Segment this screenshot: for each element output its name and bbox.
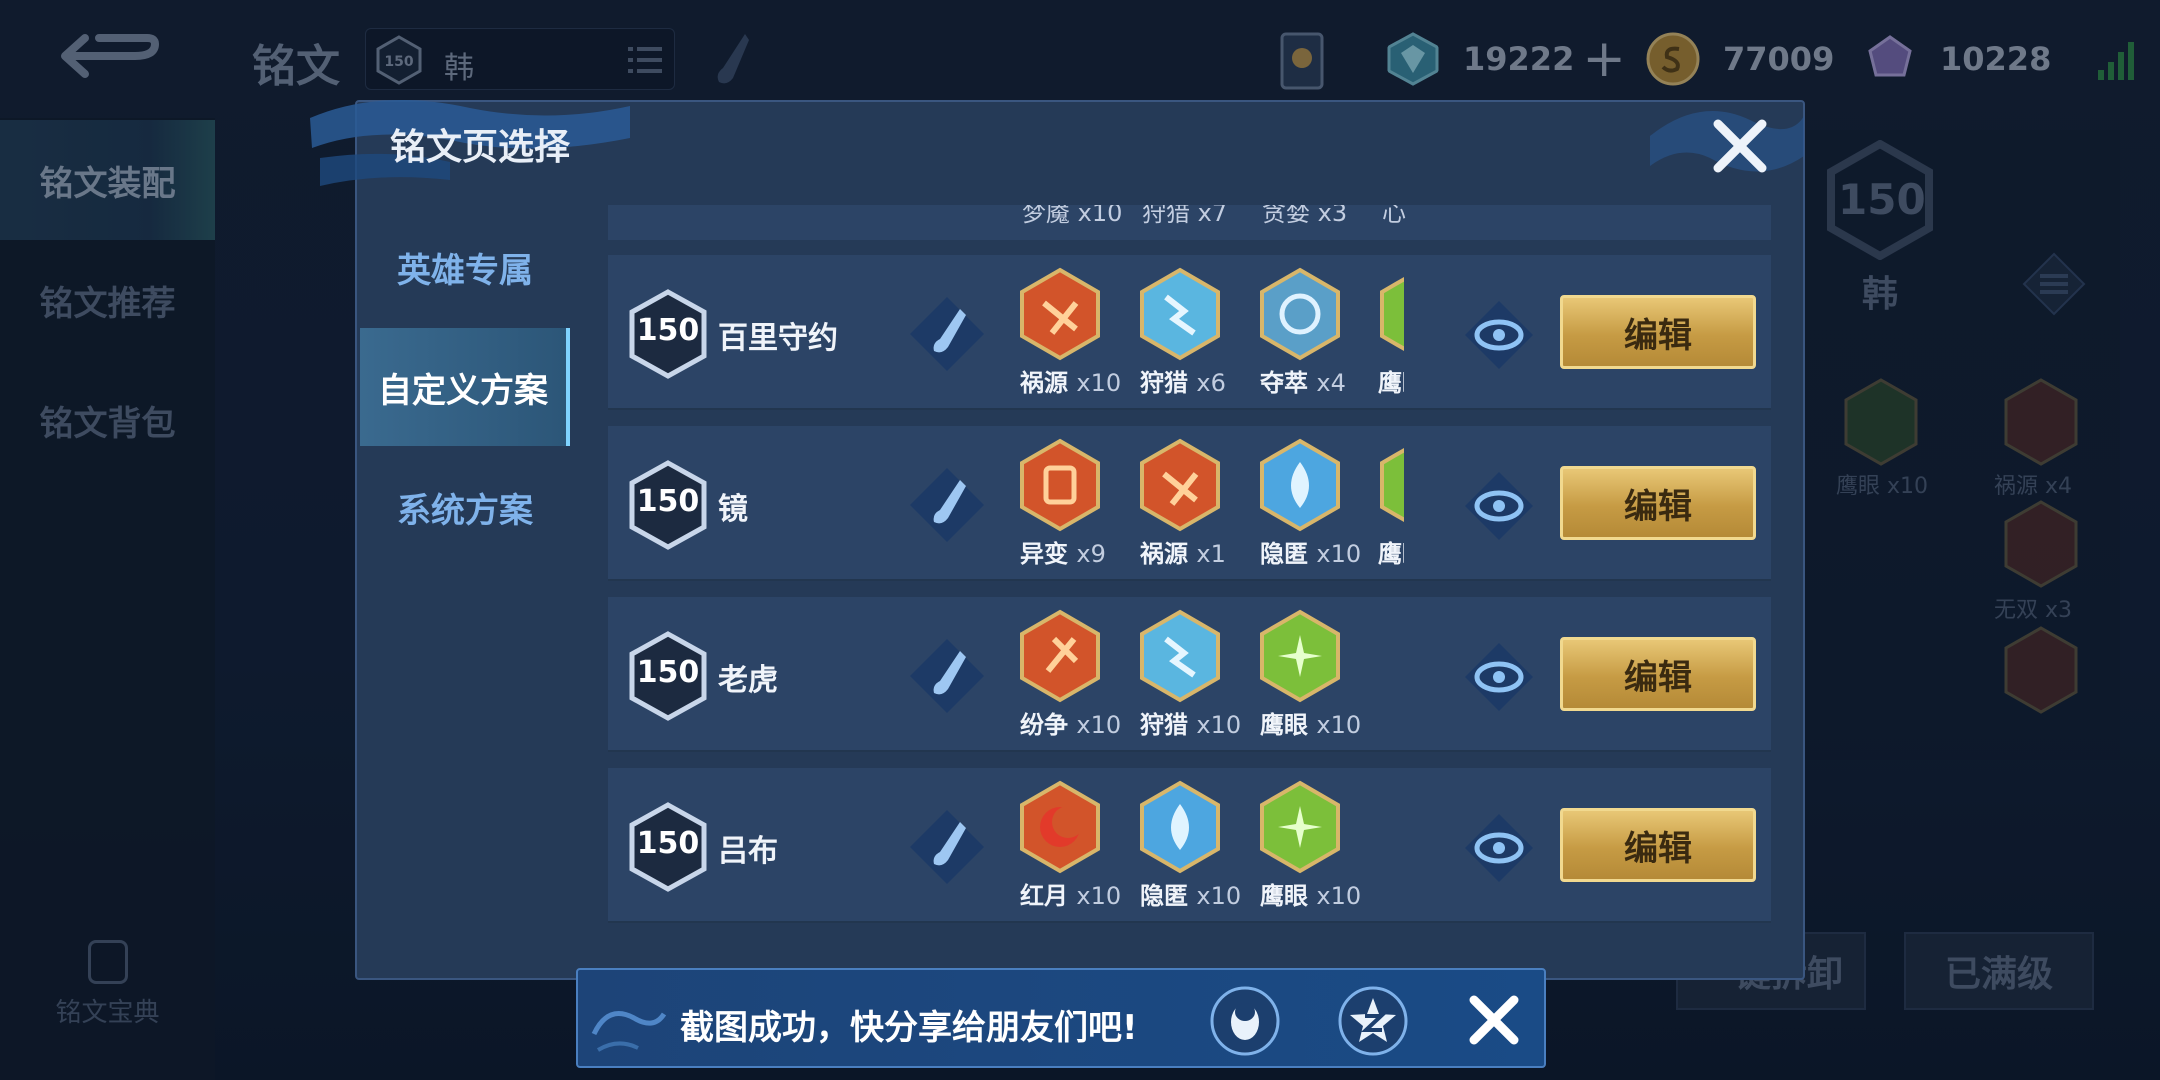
rune-page-row[interactable]: 150 吕布 红月 x10 隐匿 x10 鹰眼 x10 编辑	[608, 768, 1771, 923]
rune-caption: 鹰眼	[1378, 540, 1404, 568]
preview-eye-icon[interactable]	[1463, 299, 1535, 371]
plunder-rune-icon	[1260, 267, 1340, 361]
tab-system-plan[interactable]: 系统方案	[360, 448, 570, 566]
rune-page-list[interactable]: 梦魇 x10 狩猎 x7 贪婪 x3 心 150 百里守约 祸源 x10 狩猎 …	[608, 205, 1771, 930]
preview-eye-icon[interactable]	[1463, 812, 1535, 884]
page-name: 吕布	[718, 834, 778, 869]
page-level: 150	[636, 484, 700, 519]
calamity-rune-icon	[1020, 267, 1100, 361]
partial-rune-caption: 狩猎 x7	[1142, 205, 1228, 227]
edit-button[interactable]: 编辑	[1560, 466, 1756, 540]
page-name: 镜	[718, 492, 748, 527]
screenshot-share-toast: 截图成功，快分享给朋友们吧!	[576, 968, 1546, 1068]
rune-caption: 狩猎 x10	[1140, 711, 1242, 739]
rename-brush-icon[interactable]	[908, 637, 986, 715]
calamity-rune-icon	[1140, 438, 1220, 532]
rune-caption: 纷争 x10	[1020, 711, 1122, 739]
rune-caption: 鹰眼 x10	[1260, 711, 1362, 739]
hawkeye-rune-icon	[1260, 609, 1340, 703]
rune-caption: 狩猎 x6	[1140, 369, 1226, 397]
hunt-rune-icon	[1140, 609, 1220, 703]
rune-caption: 鹰眼 x10	[1260, 882, 1362, 910]
edit-button[interactable]: 编辑	[1560, 808, 1756, 882]
rune-caption: 夺萃 x4	[1260, 369, 1346, 397]
partial-rune-caption: 贪婪 x3	[1262, 205, 1348, 227]
rune-page-row[interactable]: 150 百里守约 祸源 x10 狩猎 x6 夺萃 x4 鹰眼 编辑	[608, 255, 1771, 410]
page-name: 老虎	[718, 663, 778, 698]
partial-rune-caption: 梦魇 x10	[1022, 205, 1123, 227]
close-icon[interactable]	[1708, 114, 1772, 178]
rune-caption: 祸源 x1	[1140, 540, 1226, 568]
preview-eye-icon[interactable]	[1463, 641, 1535, 713]
hawkeye-rune-icon	[1260, 780, 1340, 874]
dialog-title: 铭文页选择	[390, 127, 571, 168]
rename-brush-icon[interactable]	[908, 466, 986, 544]
toast-message: 截图成功，快分享给朋友们吧!	[680, 1008, 1138, 1048]
preview-eye-icon[interactable]	[1463, 470, 1535, 542]
tab-hero-exclusive[interactable]: 英雄专属	[360, 208, 570, 326]
clipped-rune: 鹰眼	[1378, 255, 1404, 410]
toast-close-icon[interactable]	[1466, 992, 1522, 1048]
rune-screen: 铭文 150 韩 19222 + 77009 10228 铭文装配 铭文推荐 铭…	[0, 0, 2160, 1080]
cloud-swirl-icon	[591, 1011, 667, 1052]
partial-rune-caption: 心	[1382, 205, 1406, 227]
crimson-moon-rune-icon	[1020, 780, 1100, 874]
rune-caption: 祸源 x10	[1020, 369, 1122, 397]
rune-caption: 隐匿 x10	[1260, 540, 1362, 568]
mutation-rune-icon	[1020, 438, 1100, 532]
concealment-rune-icon	[1260, 438, 1340, 532]
page-level: 150	[636, 826, 700, 861]
rune-caption: 异变 x9	[1020, 540, 1106, 568]
rune-caption: 红月 x10	[1020, 882, 1122, 910]
edit-button[interactable]: 编辑	[1560, 295, 1756, 369]
rename-brush-icon[interactable]	[908, 808, 986, 886]
page-level: 150	[636, 313, 700, 348]
partial-row: 梦魇 x10 狩猎 x7 贪婪 x3 心	[608, 205, 1771, 240]
rune-caption: 鹰眼	[1378, 369, 1404, 397]
hunt-rune-icon	[1140, 267, 1220, 361]
qzone-icon[interactable]	[1338, 986, 1408, 1056]
qq-icon[interactable]	[1210, 986, 1280, 1056]
hawkeye-rune-icon	[1380, 276, 1404, 352]
page-name: 百里守约	[718, 321, 838, 356]
clipped-rune: 鹰眼	[1378, 426, 1404, 581]
page-level: 150	[636, 655, 700, 690]
strife-rune-icon	[1020, 609, 1100, 703]
tab-custom-plan[interactable]: 自定义方案	[360, 328, 570, 446]
rune-page-row[interactable]: 150 镜 异变 x9 祸源 x1 隐匿 x10 鹰眼 编辑	[608, 426, 1771, 581]
concealment-rune-icon	[1140, 780, 1220, 874]
rename-brush-icon[interactable]	[908, 295, 986, 373]
rune-caption: 隐匿 x10	[1140, 882, 1242, 910]
rune-page-row[interactable]: 150 老虎 纷争 x10 狩猎 x10 鹰眼 x10 编辑	[608, 597, 1771, 752]
edit-button[interactable]: 编辑	[1560, 637, 1756, 711]
hawkeye-rune-icon	[1380, 447, 1404, 523]
